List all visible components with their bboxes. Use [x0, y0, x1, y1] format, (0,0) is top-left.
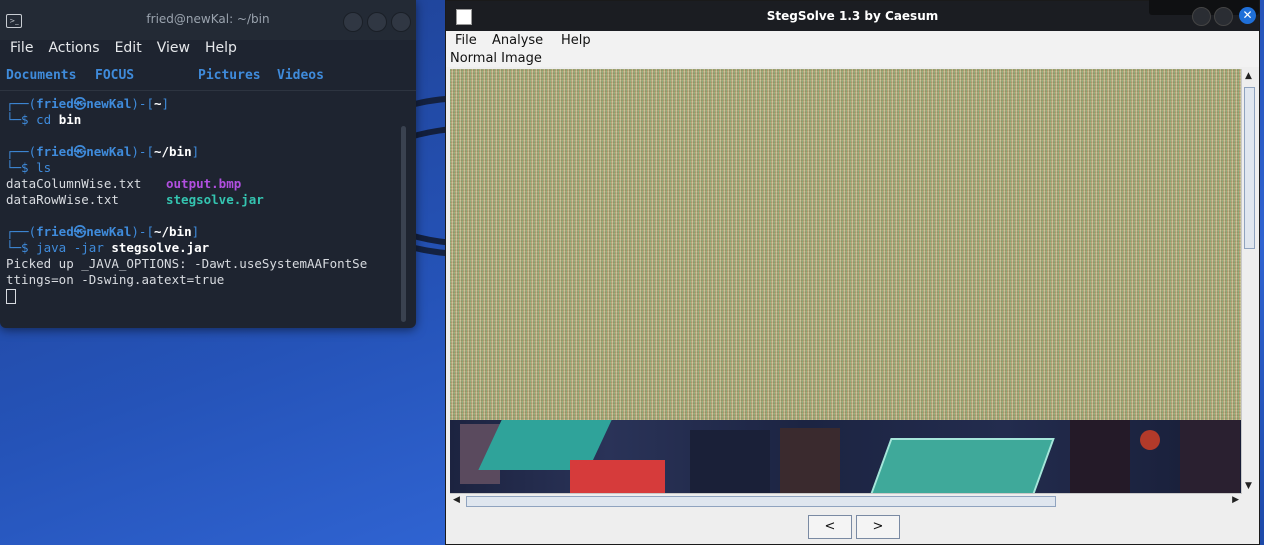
art-shape [780, 428, 840, 493]
vertical-scrollbar[interactable]: ▲ ▼ [1241, 69, 1256, 493]
prompt-directory: ~/bin [153, 144, 192, 159]
prompt-symbol: └─$ [6, 112, 37, 127]
terminal-output[interactable]: ┌──(fried㉿newKal)-[~] └─$ cd bin ┌──(fri… [6, 96, 398, 304]
bookmark-focus[interactable]: FOCUS [95, 68, 134, 83]
file-name: dataColumnWise.txt [6, 176, 142, 191]
image-view[interactable] [450, 69, 1242, 493]
menu-actions[interactable]: Actions [48, 40, 99, 64]
terminal-window: >_ fried@newKal: ~/bin File Actions Edit… [0, 0, 416, 328]
bookmark-bar: Documents FOCUS Pictures Videos [0, 64, 416, 86]
command-argument: bin [51, 112, 82, 127]
file-name: output.bmp [166, 176, 242, 191]
file-name: dataRowWise.txt [6, 192, 119, 207]
menu-file[interactable]: File [455, 33, 477, 48]
minimize-button[interactable] [343, 12, 363, 32]
scroll-up-icon[interactable]: ▲ [1245, 71, 1252, 81]
artwork-image-region [450, 420, 1242, 493]
prompt-separator: )-[ [131, 144, 154, 159]
horizontal-scrollbar[interactable]: ◀ ▶ [450, 493, 1242, 508]
prompt-line: ┌──(fried㉿newKal)-[~] [6, 96, 398, 112]
command-argument: stegsolve.jar [103, 240, 210, 255]
prompt-line: ┌──(fried㉿newKal)-[~/bin] [6, 144, 398, 160]
cursor-line [6, 288, 398, 304]
prompt-separator: )-[ [131, 96, 154, 111]
stegsolve-titlebar[interactable]: StegSolve 1.3 by Caesum ✕ [446, 0, 1259, 31]
stegsolve-title: StegSolve 1.3 by Caesum [766, 9, 939, 23]
bookmark-pictures[interactable]: Pictures [198, 68, 261, 83]
command-line: └─$ java -jar stegsolve.jar [6, 240, 398, 256]
prompt-corner: ┌──( [6, 96, 37, 111]
prompt-user-host: fried㉿newKal [36, 224, 132, 239]
next-button[interactable]: > [856, 515, 900, 539]
prompt-directory: ~/bin [153, 224, 192, 239]
menu-edit[interactable]: Edit [115, 40, 142, 64]
ls-output-row: dataColumnWise.txt output.bmp [6, 176, 398, 192]
menu-file[interactable]: File [10, 40, 33, 64]
maximize-button[interactable] [367, 12, 387, 32]
scroll-down-icon[interactable]: ▼ [1245, 481, 1252, 491]
prompt-corner: ┌──( [6, 144, 37, 159]
maximize-button[interactable] [1214, 7, 1233, 26]
prompt-bracket: ] [191, 144, 200, 159]
art-shape [570, 460, 665, 493]
command-name: cd [36, 112, 52, 127]
art-shape [869, 438, 1055, 493]
command-name: ls [36, 160, 52, 175]
divider [0, 90, 416, 91]
terminal-menubar: File Actions Edit View Help [0, 40, 416, 64]
command-line: └─$ cd bin [6, 112, 398, 128]
vertical-scroll-thumb[interactable] [1244, 87, 1255, 249]
prompt-separator: )-[ [131, 224, 154, 239]
previous-button[interactable]: < [808, 515, 852, 539]
terminal-titlebar[interactable]: >_ fried@newKal: ~/bin [0, 0, 416, 40]
menu-help[interactable]: Help [561, 33, 591, 48]
command-line: └─$ ls [6, 160, 398, 176]
horizontal-scroll-thumb[interactable] [466, 496, 1056, 507]
view-mode-label: Normal Image [446, 51, 1259, 67]
ls-output-row: dataRowWise.txt stegsolve.jar [6, 192, 398, 208]
noise-image-region [450, 69, 1242, 420]
art-shape [1180, 420, 1240, 493]
stegsolve-menubar: File Analyse Help [446, 31, 1259, 51]
bookmark-documents[interactable]: Documents [6, 68, 76, 83]
bookmark-videos[interactable]: Videos [277, 68, 324, 83]
output-line: Picked up _JAVA_OPTIONS: -Dawt.useSystem… [6, 256, 368, 271]
menu-view[interactable]: View [157, 40, 190, 64]
text-cursor [6, 289, 16, 304]
menu-help[interactable]: Help [205, 40, 237, 64]
file-name: stegsolve.jar [166, 192, 264, 207]
prompt-corner: ┌──( [6, 224, 37, 239]
command-name: java -jar [36, 240, 104, 255]
prompt-line: ┌──(fried㉿newKal)-[~/bin] [6, 224, 398, 240]
art-shape [1140, 430, 1160, 450]
art-shape [1070, 420, 1130, 493]
scroll-left-icon[interactable]: ◀ [453, 495, 460, 505]
art-shape [690, 430, 770, 493]
stegsolve-window: StegSolve 1.3 by Caesum ✕ File Analyse H… [445, 0, 1260, 545]
minimize-button[interactable] [1192, 7, 1211, 26]
prompt-user-host: fried㉿newKal [36, 144, 132, 159]
close-icon[interactable]: ✕ [1239, 7, 1256, 24]
output-line: ttings=on -Dswing.aatext=true [6, 272, 225, 287]
terminal-scrollbar[interactable] [401, 126, 406, 322]
prompt-bracket: ] [161, 96, 170, 111]
prompt-symbol: └─$ [6, 240, 37, 255]
prompt-symbol: └─$ [6, 160, 37, 175]
prompt-user-host: fried㉿newKal [36, 96, 132, 111]
prompt-directory: ~ [153, 96, 162, 111]
close-button[interactable] [391, 12, 411, 32]
prompt-bracket: ] [191, 224, 200, 239]
scroll-right-icon[interactable]: ▶ [1232, 495, 1239, 505]
menu-analyse[interactable]: Analyse [492, 33, 543, 48]
